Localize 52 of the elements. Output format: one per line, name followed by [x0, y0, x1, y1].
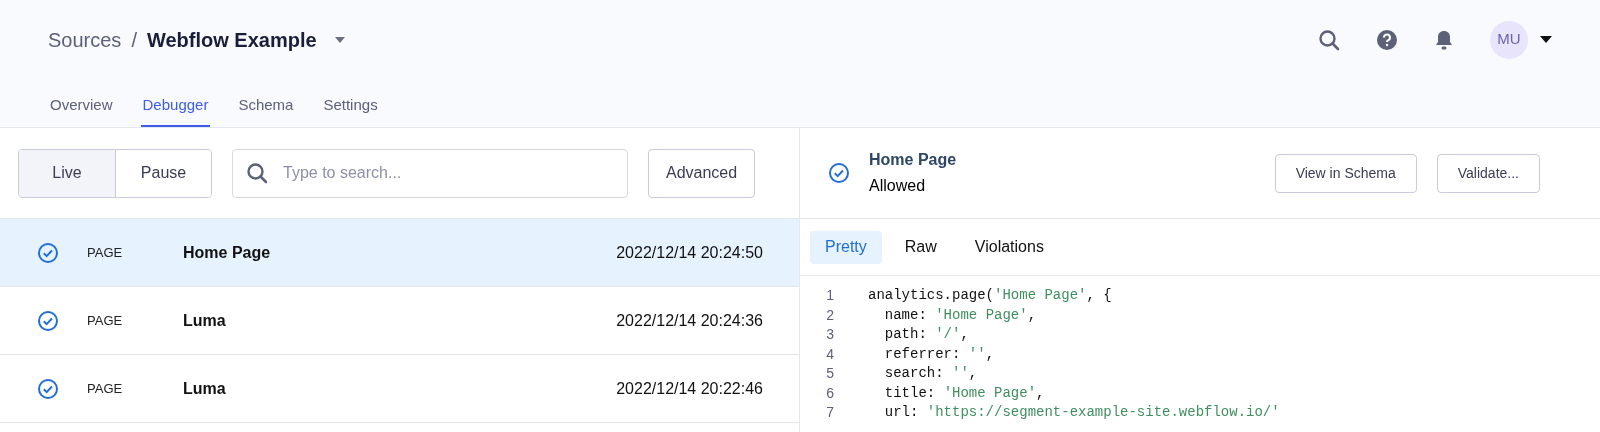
- breadcrumb-separator: /: [131, 27, 137, 53]
- code-line: name: 'Home Page',: [883, 305, 1037, 325]
- line-number: 4: [825, 344, 834, 364]
- line-number: 5: [825, 364, 834, 384]
- check-circle-icon: [37, 241, 59, 264]
- check-circle-icon: [37, 377, 59, 400]
- event-row[interactable]: PAGE Home Page 2022/12/14 20:24:50: [0, 219, 799, 287]
- line-number: 3: [825, 325, 834, 345]
- code-line: search: '',: [883, 364, 978, 384]
- code-line: referrer: '',: [883, 344, 995, 364]
- code-line: path: '/',: [883, 325, 969, 345]
- view-tab[interactable]: Pretty: [810, 230, 882, 264]
- event-time: 2022/12/14 20:24:36: [616, 310, 763, 331]
- caret-icon[interactable]: [1540, 36, 1552, 44]
- code-line: url: 'https://segment-example-site.webflow.io/': [883, 403, 1280, 423]
- advanced-button[interactable]: Advanced: [648, 148, 756, 198]
- line-number: 1: [825, 286, 834, 306]
- action-button[interactable]: Validate...: [1436, 153, 1540, 193]
- check-circle-icon: [828, 162, 850, 184]
- view-tab[interactable]: Violations: [959, 230, 1059, 264]
- breadcrumb-current: Webflow Example: [146, 27, 317, 53]
- event-title: Home Page: [869, 150, 957, 170]
- event-time: 2022/12/14 20:22:46: [616, 378, 763, 399]
- toggle-button[interactable]: Live: [19, 149, 115, 197]
- search-icon: [246, 161, 268, 184]
- event-status: Allowed: [869, 176, 927, 196]
- check-circle-icon: [37, 309, 59, 332]
- event-name: Luma: [183, 378, 226, 399]
- event-type: PAGE: [87, 243, 124, 262]
- view-tab[interactable]: Raw: [889, 230, 952, 264]
- code-line: title: 'Home Page',: [883, 383, 1045, 403]
- line-number: 2: [825, 305, 834, 325]
- bell-icon[interactable]: [1434, 28, 1454, 51]
- nav-tab[interactable]: Schema: [236, 85, 296, 127]
- event-type: PAGE: [87, 379, 124, 398]
- event-name: Home Page: [183, 242, 271, 263]
- user-avatar[interactable]: MU: [1490, 20, 1528, 59]
- line-number: 7: [825, 403, 834, 423]
- breadcrumb-link[interactable]: Sources: [48, 24, 122, 55]
- line-number: 6: [825, 383, 834, 403]
- search-field[interactable]: Type to search...: [232, 148, 628, 198]
- help-icon[interactable]: [1376, 28, 1398, 51]
- action-button[interactable]: View in Schema: [1274, 153, 1417, 193]
- event-type: PAGE: [87, 311, 124, 330]
- toggle-button[interactable]: Pause: [115, 149, 211, 197]
- code-line: analytics.page('Home Page', {: [868, 286, 1112, 306]
- event-name: Luma: [183, 310, 226, 331]
- nav-tab[interactable]: Debugger: [140, 85, 211, 127]
- nav-tab[interactable]: Settings: [321, 85, 380, 127]
- search-icon[interactable]: [1318, 28, 1340, 51]
- event-time: 2022/12/14 20:24:50: [616, 242, 763, 263]
- nav-tab[interactable]: Overview: [48, 85, 115, 127]
